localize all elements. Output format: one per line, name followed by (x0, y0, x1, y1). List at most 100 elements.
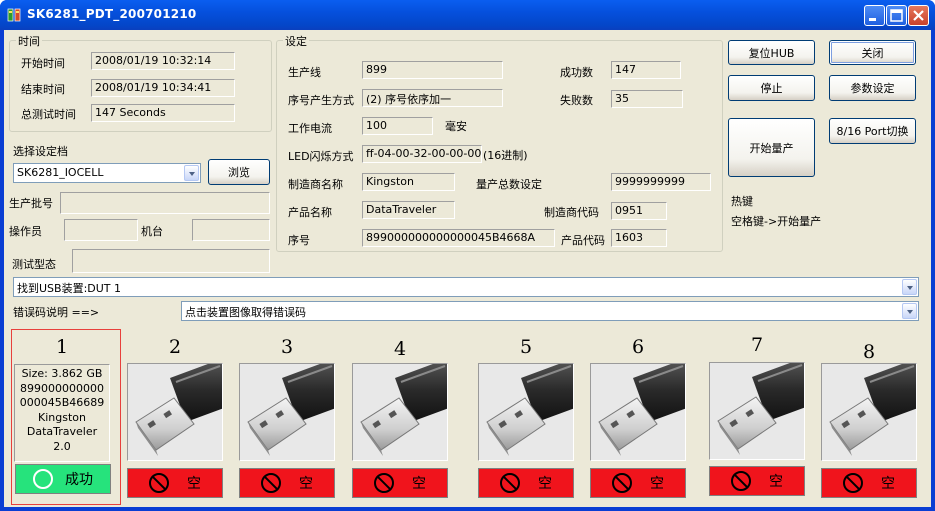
total-qty-field: 9999999999 (611, 173, 711, 191)
stop-button[interactable]: 停止 (728, 75, 815, 101)
operator-field (64, 219, 138, 241)
machine-label: 机台 (141, 225, 163, 238)
slot-state-label: 空 (769, 474, 783, 490)
slot-state-indicator[interactable]: 空 (127, 468, 223, 498)
error-code-value: 点击装置图像取得错误码 (185, 306, 306, 319)
current-field: 100 (362, 117, 433, 135)
serial-mode-label: 序号产生方式 (288, 94, 354, 107)
dialog-client-area: 时间 开始时间 2008/01/19 10:32:14 结束时间 2008/01… (4, 30, 931, 507)
usb-drive-image[interactable] (821, 363, 917, 461)
chevron-down-icon[interactable] (902, 303, 917, 319)
params-button[interactable]: 参数设定 (829, 75, 916, 101)
slot-number: 7 (750, 334, 764, 356)
device-info-line: 899000000000 (20, 381, 104, 395)
serial-field: 899000000000000045B4668A (362, 229, 555, 247)
usb-drive-icon (135, 364, 222, 456)
maximize-button[interactable] (886, 5, 907, 26)
slot-state-label: 空 (881, 476, 895, 492)
hotkey-title: 热键 (731, 195, 753, 208)
vendor-field: Kingston (362, 173, 455, 191)
error-code-select[interactable]: 点击装置图像取得错误码 (181, 301, 919, 321)
serial-mode-field: (2) 序号依序加一 (362, 89, 503, 107)
slot-state-label: 空 (538, 476, 552, 492)
vendor-label: 制造商名称 (288, 178, 343, 191)
app-icon (7, 8, 21, 22)
time-group-caption: 时间 (16, 33, 42, 49)
usb-drive-image[interactable] (709, 362, 805, 460)
product-code-field: 1603 (611, 229, 667, 247)
chevron-down-icon[interactable] (184, 165, 199, 181)
slot-number: 6 (631, 336, 645, 358)
test-model-field (72, 249, 270, 273)
slot-state-indicator[interactable]: 空 (709, 466, 805, 496)
led-label: LED闪烁方式 (288, 150, 354, 163)
usb-drive-image[interactable] (127, 363, 223, 461)
usb-drive-image[interactable] (239, 363, 335, 461)
slot-state-indicator[interactable]: 成功 (15, 464, 111, 494)
product-field: DataTraveler (362, 201, 455, 219)
operator-label: 操作员 (9, 225, 42, 238)
port-switch-button[interactable]: 8/16 Port切换 (829, 118, 916, 144)
app-window: SK6281_PDT_200701210 时间 开始时间 2008/01/19 … (0, 0, 935, 511)
slot-state-indicator[interactable]: 空 (478, 468, 574, 498)
device-info-panel[interactable]: Size: 3.862 GB 899000000000 000045B46689 Ki… (14, 364, 110, 462)
machine-field (192, 219, 270, 241)
start-time-label: 开始时间 (21, 57, 65, 70)
no-entry-icon (374, 473, 394, 493)
line-label: 生产线 (288, 66, 321, 79)
slot-state-indicator[interactable]: 空 (239, 468, 335, 498)
circle-ok-icon (33, 469, 53, 489)
usb-drive-icon (829, 364, 916, 456)
slot-state-indicator[interactable]: 空 (590, 468, 686, 498)
fail-count-label: 失败数 (560, 94, 593, 107)
no-entry-icon (500, 473, 520, 493)
current-label: 工作电流 (288, 122, 332, 135)
slot-number: 3 (280, 336, 294, 358)
serial-label: 序号 (288, 234, 310, 247)
usb-drive-icon (486, 364, 573, 456)
slot-state-label: 空 (299, 476, 313, 492)
total-time-label: 总测试时间 (21, 108, 76, 121)
browse-button[interactable]: 浏览 (208, 159, 270, 185)
slot-number: 4 (393, 338, 407, 360)
vendor-code-label: 制造商代码 (544, 206, 599, 219)
close-window-button[interactable] (908, 5, 929, 26)
current-unit: 毫安 (445, 120, 467, 133)
slot-number: 2 (168, 336, 182, 358)
usb-drive-image[interactable] (352, 363, 448, 461)
reset-hub-button[interactable]: 复位HUB (728, 40, 815, 65)
profile-select[interactable]: SK6281_IOCELL (13, 163, 201, 183)
profile-select-value: SK6281_IOCELL (17, 166, 104, 179)
no-entry-icon (843, 473, 863, 493)
maximize-icon (890, 9, 903, 22)
slot-number: 1 (55, 336, 69, 358)
chevron-down-icon[interactable] (902, 279, 917, 295)
no-entry-icon (731, 471, 751, 491)
usb-drive-icon (717, 363, 804, 455)
usb-drive-image[interactable] (590, 363, 686, 461)
slot-state-label: 空 (187, 476, 201, 492)
device-info-line: 000045B46689 (19, 396, 105, 409)
slot-state-indicator[interactable]: 空 (821, 468, 917, 498)
close-button[interactable]: 关闭 (829, 40, 916, 65)
window-title: SK6281_PDT_200701210 (27, 7, 197, 21)
fail-count-field: 35 (611, 90, 683, 108)
device-status-select[interactable]: 找到USB装置:DUT 1 (13, 277, 919, 297)
total-time-field: 147 Seconds (91, 104, 235, 122)
vendor-code-field: 0951 (611, 202, 667, 220)
usb-drive-image[interactable] (478, 363, 574, 461)
batch-field (60, 192, 270, 214)
product-code-label: 产品代码 (561, 234, 605, 247)
slot-state-label: 空 (650, 476, 664, 492)
profile-label: 选择设定档 (13, 145, 68, 158)
slot-state-indicator[interactable]: 空 (352, 468, 448, 498)
start-button[interactable]: 开始量产 (728, 118, 815, 177)
minimize-button[interactable] (864, 5, 885, 26)
led-field: ff-04-00-32-00-00-00 (362, 145, 482, 163)
slot-state-label: 成功 (65, 472, 93, 488)
title-bar[interactable]: SK6281_PDT_200701210 (0, 0, 935, 30)
total-qty-label: 量产总数设定 (476, 178, 542, 191)
no-entry-icon (612, 473, 632, 493)
no-entry-icon (149, 473, 169, 493)
no-entry-icon (261, 473, 281, 493)
